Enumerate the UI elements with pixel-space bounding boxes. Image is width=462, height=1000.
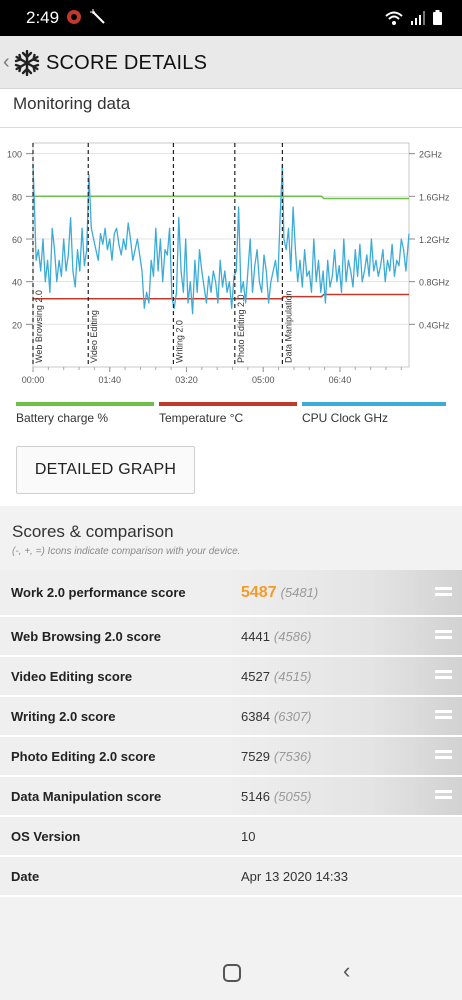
page-title: SCORE DETAILS xyxy=(46,52,208,74)
row-value: 7529 xyxy=(241,748,270,764)
score-row-video-editing: Video Editing score 4527 (4515) xyxy=(0,657,462,697)
row-value-cell: Apr 13 2020 14:33 xyxy=(232,857,462,895)
legend-battery: Battery charge % xyxy=(16,402,154,425)
row-value: 4527 xyxy=(241,668,270,684)
row-label: Date xyxy=(11,868,40,884)
monitoring-chart: 20 40 60 80 100 0.4GHz 0.8GHz 1.2GHz 1.6GHz 2GHz 0… xyxy=(7,142,450,385)
row-value: 6384 xyxy=(241,708,270,724)
legend-temperature: Temperature °C xyxy=(159,402,297,425)
red-app-icon xyxy=(67,10,81,24)
status-time: 2:49 xyxy=(26,8,60,27)
x-tick-label: 06:40 xyxy=(329,375,352,385)
section-marker-label: Writing 2.0 xyxy=(174,320,184,363)
temperature-series-line xyxy=(33,293,409,300)
score-row-web-browsing: Web Browsing 2.0 score 4441 (4586) xyxy=(0,617,462,657)
y-right-tick-label: 0.4GHz xyxy=(419,320,450,330)
row-value: 5487 xyxy=(241,583,277,601)
section-marker-label: Web Browsing 2.0 xyxy=(34,290,44,363)
equal-icon xyxy=(435,670,452,682)
row-value-cell: 5487 (5481) xyxy=(232,570,462,615)
chevron-left-icon[interactable]: ‹ xyxy=(3,52,10,72)
x-tick-label: 01:40 xyxy=(98,375,121,385)
signal-icon xyxy=(411,10,425,25)
status-right-icons xyxy=(385,10,442,25)
legend-cpu-clock: CPU Clock GHz xyxy=(302,402,446,425)
equal-icon xyxy=(435,790,452,802)
scores-subtitle: (-, +, =) Icons indicate comparison with… xyxy=(12,546,241,557)
y-tick-label: 20 xyxy=(12,320,22,330)
equal-icon xyxy=(435,710,452,722)
row-value-cell: 4441 (4586) xyxy=(232,617,462,655)
row-compare: (7536) xyxy=(273,748,312,764)
info-row-os-version: OS Version 10 xyxy=(0,817,462,857)
y-right-tick-label: 2GHz xyxy=(419,150,443,160)
row-label: Photo Editing 2.0 score xyxy=(11,748,156,764)
x-tick-label: 00:00 xyxy=(22,375,45,385)
section-marker-label: Data Manipulation xyxy=(283,290,293,363)
y-tick-label: 40 xyxy=(12,278,22,288)
legend-swatch xyxy=(16,402,154,406)
row-compare: (4515) xyxy=(273,668,312,684)
legend-label: CPU Clock GHz xyxy=(302,411,389,425)
row-label: Video Editing score xyxy=(11,668,133,684)
monitoring-card: Monitoring data 20 40 60 80 100 0.4GHz 0.8GHz 1… xyxy=(0,88,462,506)
section-marker-label: Video Editing xyxy=(89,310,99,363)
row-compare: (5055) xyxy=(273,788,312,804)
row-value: Apr 13 2020 14:33 xyxy=(241,868,348,884)
y-tick-label: 80 xyxy=(12,192,22,202)
x-tick-label: 03:20 xyxy=(175,375,198,385)
status-bar: 2:49 xyxy=(0,0,462,36)
legend-swatch xyxy=(159,402,297,406)
back-icon[interactable]: ‹ xyxy=(343,958,350,984)
y-right-tick-label: 0.8GHz xyxy=(419,278,450,288)
row-compare: (6307) xyxy=(273,708,312,724)
row-label: Data Manipulation score xyxy=(11,788,162,804)
section-marker-label: Photo Editing 2.0 xyxy=(236,294,246,363)
app-bar: ‹ SCORE DETAILS xyxy=(0,36,462,90)
equal-icon xyxy=(435,586,452,599)
y-right-tick-label: 1.2GHz xyxy=(419,235,450,245)
row-label: Work 2.0 performance score xyxy=(11,585,186,600)
row-compare: (4586) xyxy=(273,628,312,644)
score-row-photo-editing: Photo Editing 2.0 score 7529 (7536) xyxy=(0,737,462,777)
row-value: 10 xyxy=(241,828,256,844)
equal-icon xyxy=(435,750,452,762)
legend-label: Battery charge % xyxy=(16,411,109,425)
legend-label: Temperature °C xyxy=(159,411,244,425)
magic-wand-icon xyxy=(90,9,105,24)
row-value-cell: 10 xyxy=(232,817,462,855)
row-label: OS Version xyxy=(11,828,81,844)
equal-icon xyxy=(435,630,452,642)
row-label: Web Browsing 2.0 score xyxy=(11,628,162,644)
row-value: 4441 xyxy=(241,628,270,644)
score-table: Work 2.0 performance score 5487 (5481) W… xyxy=(0,570,462,897)
row-value-cell: 5146 (5055) xyxy=(232,777,462,815)
row-value-cell: 6384 (6307) xyxy=(232,697,462,735)
row-label: Writing 2.0 score xyxy=(11,708,116,724)
score-row-data-manipulation: Data Manipulation score 5146 (5055) xyxy=(0,777,462,817)
y-tick-label: 100 xyxy=(7,150,22,160)
status-left-icons xyxy=(66,9,106,25)
row-value-cell: 4527 (4515) xyxy=(232,657,462,695)
snowflake-icon xyxy=(14,50,40,76)
nav-bar: ‹ xyxy=(0,940,462,1000)
score-row-work: Work 2.0 performance score 5487 (5481) xyxy=(0,570,462,617)
y-tick-label: 60 xyxy=(12,235,22,245)
info-row-date: Date Apr 13 2020 14:33 xyxy=(0,857,462,897)
home-icon[interactable] xyxy=(223,964,241,982)
scores-title: Scores & comparison xyxy=(12,522,174,541)
detailed-graph-button[interactable]: DETAILED GRAPH xyxy=(16,446,195,494)
x-tick-label: 05:00 xyxy=(252,375,275,385)
y-right-tick-label: 1.6GHz xyxy=(419,192,450,202)
row-compare: (5481) xyxy=(280,585,319,600)
score-row-writing: Writing 2.0 score 6384 (6307) xyxy=(0,697,462,737)
row-value-cell: 7529 (7536) xyxy=(232,737,462,775)
battery-icon xyxy=(433,10,442,25)
row-value: 5146 xyxy=(241,788,270,804)
legend-swatch xyxy=(302,402,446,406)
wifi-icon xyxy=(385,11,403,25)
